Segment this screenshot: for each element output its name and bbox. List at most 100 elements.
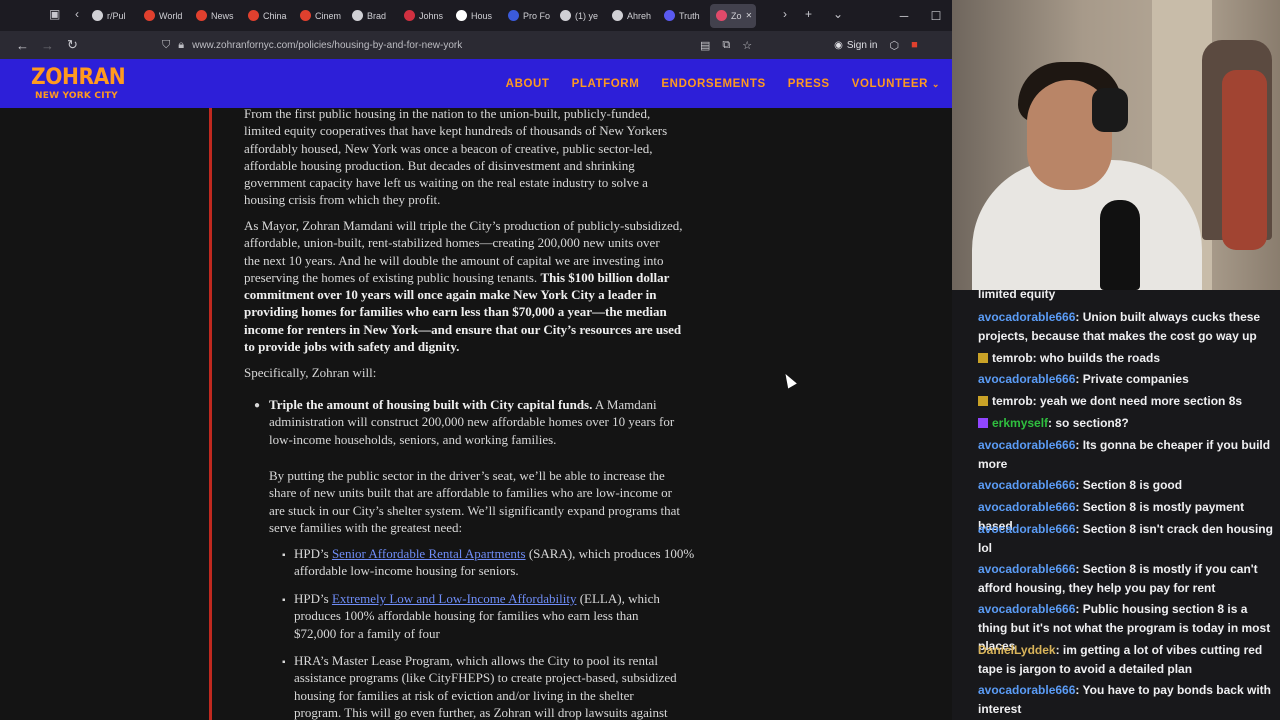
tab-favicon-icon: [612, 10, 623, 21]
nav-toolbar-right: ▤ ⧉ ☆ ◉ Sign in ⬡ ■: [700, 31, 918, 59]
tab-favicon-icon: [196, 10, 207, 21]
back-icon[interactable]: ←: [10, 38, 35, 53]
browser-tab[interactable]: Pro Fo: [502, 0, 554, 31]
reader-view-icon[interactable]: ▤: [700, 39, 710, 52]
url-bar[interactable]: ⛉ 🔒︎ www.zohranfornyc.com/policies/housi…: [162, 34, 762, 56]
chat-username[interactable]: avocadorable666: [978, 478, 1075, 492]
tab-label: Hous: [471, 10, 493, 21]
bullet-triple-housing: Triple the amount of housing built with …: [269, 397, 675, 447]
webcam-red-coat: [1222, 70, 1267, 250]
browser-tab[interactable]: Truth: [658, 0, 710, 31]
reload-icon[interactable]: ↻: [60, 37, 85, 53]
nav-press[interactable]: PRESS: [788, 78, 830, 90]
extension-badge-icon[interactable]: ■: [911, 39, 918, 51]
pip-icon[interactable]: ⧉: [722, 39, 730, 52]
tab-label: China: [263, 10, 287, 21]
chat-username[interactable]: avocadorable666: [978, 310, 1075, 324]
microphone-icon: [1100, 200, 1140, 290]
sign-in-button[interactable]: ◉ Sign in: [834, 40, 877, 51]
url-text[interactable]: www.zohranfornyc.com/policies/housing-by…: [192, 40, 462, 51]
chat-message: DanielLyddek: im getting a lot of vibes …: [978, 641, 1278, 678]
tab-label: Zo: [731, 10, 742, 21]
tab-favicon-icon: [352, 10, 363, 21]
account-icon: ◉: [834, 39, 843, 51]
nav-volunteer[interactable]: VOLUNTEER ⌄: [852, 78, 940, 90]
browser-tab[interactable]: World: [138, 0, 190, 31]
chat-message: avocadorable666: Its gonna be cheaper if…: [978, 436, 1278, 473]
tab-label: Johns: [419, 10, 444, 21]
browser-tab[interactable]: News: [190, 0, 242, 31]
tab-favicon-icon: [560, 10, 571, 21]
shield-icon[interactable]: ⛉: [162, 39, 170, 52]
extensions-icon[interactable]: ⬡: [889, 39, 899, 52]
chevron-down-icon: ⌄: [931, 78, 940, 89]
browser-tab[interactable]: China: [242, 0, 294, 31]
chat-username[interactable]: temrob: [992, 394, 1033, 408]
chat-message: temrob: who builds the roads: [978, 349, 1278, 368]
tab-list-icon[interactable]: ⌄: [826, 7, 850, 21]
chat-username[interactable]: temrob: [992, 351, 1033, 365]
chat-text: : Section 8 is good: [1075, 478, 1183, 492]
chat-text: : so section8?: [1048, 416, 1129, 430]
tab-close-icon[interactable]: ✕: [746, 11, 753, 20]
tab-scroll-right-icon[interactable]: ›: [776, 7, 794, 21]
chat-username[interactable]: erkmyself: [992, 416, 1048, 430]
chat-text: : who builds the roads: [1032, 351, 1161, 365]
chat-username[interactable]: avocadorable666: [978, 562, 1075, 576]
nav-platform[interactable]: PLATFORM: [572, 78, 640, 90]
link-ella[interactable]: Extremely Low and Low-Income Affordabili…: [332, 591, 577, 606]
browser-nav-bar: ← → ↻ ⛉ 🔒︎ www.zohranfornyc.com/policies…: [0, 31, 952, 59]
tab-favicon-icon: [664, 10, 675, 21]
browser-tab[interactable]: Hous: [450, 0, 502, 31]
chat-message: erkmyself: so section8?: [978, 414, 1278, 433]
site-logo-subtitle: NEW YORK CITY: [35, 91, 118, 101]
browser-tab[interactable]: (1) ye: [554, 0, 606, 31]
nav-about[interactable]: ABOUT: [506, 78, 550, 90]
tab-favicon-icon: [92, 10, 103, 21]
sub-bullet-dot: ▪: [282, 550, 286, 561]
browser-tab[interactable]: Johns: [398, 0, 450, 31]
chat-username[interactable]: avocadorable666: [978, 372, 1075, 386]
headset-icon: [1092, 88, 1128, 132]
chat-message: avocadorable666: You have to pay bonds b…: [978, 681, 1278, 718]
new-tab-icon[interactable]: +: [798, 7, 819, 21]
maximize-icon[interactable]: ☐: [920, 9, 952, 23]
tab-label: Pro Fo: [523, 10, 551, 21]
browser-tab[interactable]: Ahreh: [606, 0, 658, 31]
tab-overview-icon[interactable]: ▣: [42, 7, 67, 21]
nav-endorsements[interactable]: ENDORSEMENTS: [661, 78, 765, 90]
chat-badge-icon: [978, 418, 988, 428]
lock-icon[interactable]: 🔒︎: [178, 39, 184, 52]
chat-text: : yeah we dont need more section 8s: [1032, 394, 1243, 408]
chat-username[interactable]: DanielLyddek: [978, 643, 1056, 657]
chat-username[interactable]: avocadorable666: [978, 500, 1075, 514]
sign-in-label: Sign in: [846, 39, 878, 51]
tab-favicon-icon: [716, 10, 727, 21]
browser-tab[interactable]: r/Pul: [86, 0, 138, 31]
chat-message: avocadorable666: Section 8 isn't crack d…: [978, 520, 1278, 557]
sub-bullet-ella: HPD’s Extremely Low and Low-Income Affor…: [294, 591, 660, 641]
minimize-icon[interactable]: ─: [888, 9, 920, 23]
chat-message: avocadorable666: Private companies: [978, 370, 1278, 389]
tab-label: Brad: [367, 10, 387, 21]
tab-scroll-left-icon[interactable]: ‹: [68, 7, 86, 21]
forward-icon[interactable]: →: [35, 38, 60, 53]
sub-bullet-dot: ▪: [282, 657, 286, 668]
window-controls: ─ ☐: [888, 0, 952, 31]
chat-username[interactable]: avocadorable666: [978, 683, 1075, 697]
bullet-dot: ●: [254, 400, 261, 411]
chat-username[interactable]: avocadorable666: [978, 438, 1075, 452]
bookmark-star-icon[interactable]: ☆: [742, 39, 752, 52]
browser-tab[interactable]: Brad: [346, 0, 398, 31]
browser-tab[interactable]: Cinem: [294, 0, 346, 31]
chat-username[interactable]: avocadorable666: [978, 602, 1075, 616]
browser-tab[interactable]: Zo ✕: [710, 3, 756, 28]
chat-username[interactable]: avocadorable666: [978, 522, 1075, 536]
link-sara[interactable]: Senior Affordable Rental Apartments: [332, 546, 526, 561]
chat-message: temrob: yeah we dont need more section 8…: [978, 392, 1278, 411]
paragraph-specifically: Specifically, Zohran will:: [244, 365, 377, 380]
tab-favicon-icon: [248, 10, 259, 21]
site-header: ZOHRAN NEW YORK CITY ABOUT PLATFORM ENDO…: [0, 59, 952, 108]
site-logo[interactable]: ZOHRAN: [31, 67, 126, 89]
tab-favicon-icon: [300, 10, 311, 21]
